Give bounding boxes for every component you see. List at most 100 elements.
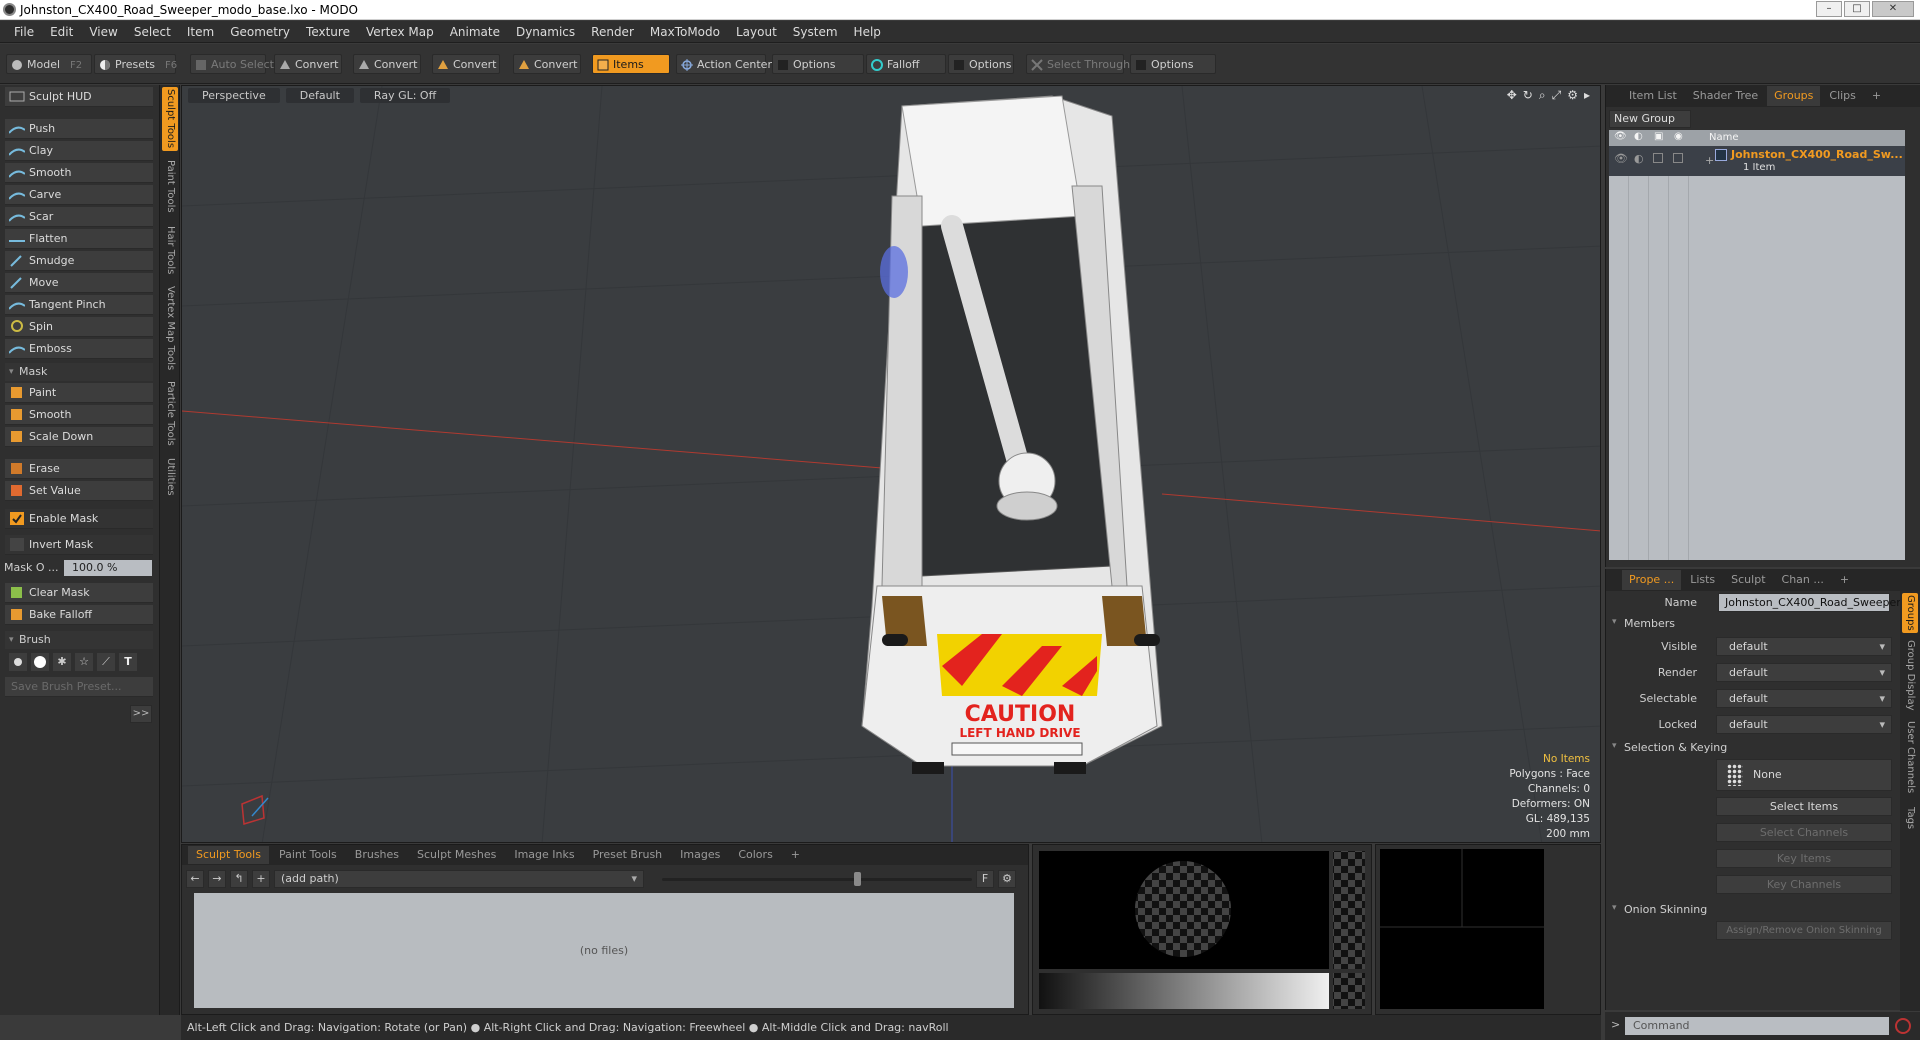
eye-icon[interactable]: 👁 (1614, 152, 1628, 165)
tab-sculpt[interactable]: Sculpt (1724, 570, 1772, 590)
tool-tangent-pinch[interactable]: Tangent Pinch (5, 295, 153, 315)
mask-opacity-field[interactable]: 100.0 % (64, 560, 152, 576)
menu-file[interactable]: File (6, 25, 42, 39)
tab-sculpt-tools[interactable]: Sculpt Tools (188, 846, 269, 864)
hard-brush-icon[interactable] (31, 653, 49, 671)
erase-button[interactable]: Erase (5, 459, 153, 479)
play-icon[interactable]: ▸ (1584, 88, 1590, 103)
members-section[interactable]: Members (1612, 617, 1675, 630)
menu-item[interactable]: Item (179, 25, 222, 39)
select-through-button[interactable]: Select Through (1026, 54, 1130, 74)
file-list-area[interactable]: (no files) (194, 893, 1014, 1008)
select-icon[interactable]: ◉ (1674, 131, 1683, 142)
record-macro-icon[interactable] (1895, 1018, 1911, 1034)
menu-help[interactable]: Help (846, 25, 889, 39)
mask-section-header[interactable]: Mask (5, 363, 153, 381)
menu-view[interactable]: View (81, 25, 125, 39)
tool-emboss[interactable]: Emboss (5, 339, 153, 359)
menu-select[interactable]: Select (126, 25, 179, 39)
falloff-options-button[interactable]: Options (948, 54, 1014, 74)
tab-item-list[interactable]: Item List (1622, 86, 1684, 106)
tab-sculpt-meshes[interactable]: Sculpt Meshes (409, 846, 504, 864)
vtab-paint-tools[interactable]: Paint Tools (162, 157, 178, 215)
render-dropdown[interactable]: default (1716, 663, 1892, 682)
maximize-button[interactable]: □ (1844, 1, 1870, 17)
selection-keying-section[interactable]: Selection & Keying (1612, 741, 1727, 754)
new-group-button[interactable]: New Group (1609, 110, 1691, 128)
tab-clips[interactable]: Clips (1822, 86, 1863, 106)
model-mode-button[interactable]: Model F2 (6, 54, 92, 74)
select-items-button[interactable]: Select Items (1716, 797, 1892, 816)
menu-geometry[interactable]: Geometry (222, 25, 298, 39)
slider-knob[interactable] (854, 872, 862, 886)
mask-tool-scale-down[interactable]: Scale Down (5, 427, 153, 447)
tab-colors[interactable]: Colors (730, 846, 780, 864)
eye-icon[interactable]: 👁 (1614, 131, 1627, 142)
menu-animate[interactable]: Animate (442, 25, 508, 39)
clear-mask-button[interactable]: Clear Mask (5, 583, 153, 603)
set-value-button[interactable]: Set Value (5, 481, 153, 501)
bake-falloff-button[interactable]: Bake Falloff (5, 605, 153, 625)
visible-dropdown[interactable]: default (1716, 637, 1892, 656)
tool-carve[interactable]: Carve (5, 185, 153, 205)
tool-smooth[interactable]: Smooth (5, 163, 153, 183)
convert-button-2[interactable]: Convert (353, 54, 421, 74)
tool-smudge[interactable]: Smudge (5, 251, 153, 271)
rotate-icon[interactable]: ↻ (1523, 88, 1533, 103)
lock-icon[interactable]: ▣ (1654, 131, 1663, 142)
lock-toggle[interactable] (1653, 153, 1663, 163)
select-channels-button[interactable]: Select Channels (1716, 823, 1892, 842)
items-mode-button[interactable]: Items (592, 54, 670, 74)
star-brush-icon[interactable]: ☆ (75, 653, 93, 671)
vtab-hair-tools[interactable]: Hair Tools (162, 223, 178, 277)
expand-panel-button[interactable]: >> (130, 705, 152, 723)
save-brush-preset-button[interactable]: Save Brush Preset... (5, 677, 153, 697)
vtab-sculpt-tools[interactable]: Sculpt Tools (162, 87, 178, 151)
text-brush-icon[interactable]: T (119, 653, 137, 671)
3d-viewport[interactable]: CAUTION LEFT HAND DRIVE Perspective Defa… (181, 85, 1601, 843)
road-sweeper-model[interactable]: CAUTION LEFT HAND DRIVE (861, 95, 1163, 774)
forward-arrow-icon[interactable]: → (208, 870, 226, 888)
brush-section-header[interactable]: Brush (5, 631, 153, 649)
add-tab-button[interactable]: + (1865, 86, 1888, 106)
key-items-button[interactable]: Key Items (1716, 849, 1892, 868)
menu-maxtomodo[interactable]: MaxToModo (642, 25, 728, 39)
menu-dynamics[interactable]: Dynamics (508, 25, 583, 39)
tool-push[interactable]: Push (5, 119, 153, 139)
tool-scar[interactable]: Scar (5, 207, 153, 227)
action-center-options-button[interactable]: Options (772, 54, 864, 74)
gear-icon[interactable]: ⚙ (1567, 88, 1578, 103)
tab-image-inks[interactable]: Image Inks (506, 846, 582, 864)
name-column-header[interactable]: Name (1709, 132, 1739, 143)
maximize-icon[interactable]: ⤢ (1552, 88, 1562, 103)
menu-edit[interactable]: Edit (42, 25, 81, 39)
menu-system[interactable]: System (785, 25, 846, 39)
add-tab-button[interactable]: + (783, 846, 808, 864)
key-channels-button[interactable]: Key Channels (1716, 875, 1892, 894)
tab-groups[interactable]: Groups (1767, 86, 1821, 106)
minimize-button[interactable]: – (1816, 1, 1842, 17)
thumbnail-size-slider[interactable] (662, 870, 972, 888)
side-tab-group-display[interactable]: Group Display (1902, 639, 1918, 711)
render-icon[interactable]: ◐ (1634, 131, 1643, 142)
tool-spin[interactable]: Spin (5, 317, 153, 337)
tool-flatten[interactable]: Flatten (5, 229, 153, 249)
enable-mask-toggle[interactable]: Enable Mask (5, 509, 153, 529)
parent-folder-icon[interactable]: ↰ (230, 870, 248, 888)
group-row[interactable]: 👁 ◐ + Johnston_CX400_Road_Sw... 1 Item (1609, 146, 1905, 176)
mask-tool-paint[interactable]: Paint (5, 383, 153, 403)
expand-icon[interactable]: + (1705, 154, 1714, 167)
onion-skinning-section[interactable]: Onion Skinning (1612, 903, 1707, 916)
convert-button-1[interactable]: Convert (274, 54, 342, 74)
sculpt-hud-button[interactable]: Sculpt HUD (5, 87, 153, 107)
onion-skinning-button[interactable]: Assign/Remove Onion Skinning (1716, 921, 1892, 940)
add-tab-button[interactable]: + (1833, 570, 1856, 590)
splat-brush-icon[interactable]: ✱ (53, 653, 71, 671)
pan-icon[interactable]: ✥ (1507, 88, 1517, 103)
close-button[interactable]: ✕ (1872, 1, 1914, 17)
invert-mask-toggle[interactable]: Invert Mask (5, 535, 153, 555)
mask-tool-smooth[interactable]: Smooth (5, 405, 153, 425)
convert-button-3[interactable]: Convert (432, 54, 500, 74)
command-input[interactable]: Command (1625, 1017, 1889, 1035)
path-dropdown[interactable]: (add path) (274, 870, 644, 888)
